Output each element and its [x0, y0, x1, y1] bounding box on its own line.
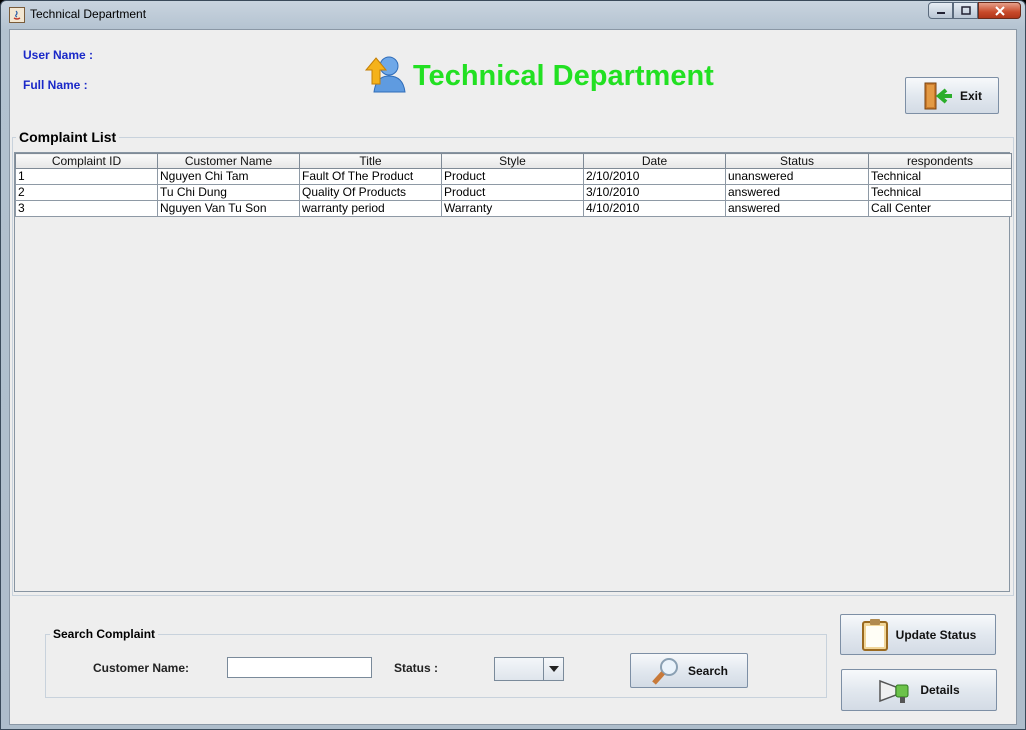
cell-style[interactable]: Product: [441, 184, 584, 201]
details-button[interactable]: Details: [841, 669, 997, 711]
complaint-list-title: Complaint List: [16, 129, 120, 145]
cell-complaint-id[interactable]: 1: [15, 168, 158, 185]
cell-status[interactable]: answered: [725, 184, 869, 201]
column-header-style[interactable]: Style: [441, 153, 584, 169]
update-status-button[interactable]: Update Status: [840, 614, 996, 655]
client-area: User Name : Full Name : Technical Depart…: [9, 29, 1017, 725]
complaint-table-scrollpane[interactable]: Complaint ID Customer Name Title Style D…: [14, 152, 1012, 592]
user-name-label: User Name :: [23, 48, 94, 62]
cell-date[interactable]: 3/10/2010: [583, 184, 726, 201]
search-button[interactable]: Search: [630, 653, 748, 688]
cell-status[interactable]: answered: [725, 200, 869, 217]
cell-customer-name[interactable]: Nguyen Van Tu Son: [157, 200, 300, 217]
cell-customer-name[interactable]: Tu Chi Dung: [157, 184, 300, 201]
window-frame: Technical Department User Name : Full Na…: [0, 0, 1026, 730]
cell-respondents[interactable]: Technical: [868, 168, 1012, 185]
customer-name-label: Customer Name:: [93, 661, 190, 675]
column-header-respondents[interactable]: respondents: [868, 153, 1012, 169]
cell-title[interactable]: Quality Of Products: [299, 184, 442, 201]
column-header-date[interactable]: Date: [583, 153, 726, 169]
title-bar[interactable]: Technical Department: [1, 1, 1025, 29]
column-header-status[interactable]: Status: [725, 153, 869, 169]
complaint-table: Complaint ID Customer Name Title Style D…: [15, 153, 1012, 217]
column-header-customer-name[interactable]: Customer Name: [157, 153, 300, 169]
minimize-icon: [936, 11, 945, 14]
chevron-down-icon[interactable]: [543, 658, 563, 680]
cell-customer-name[interactable]: Nguyen Chi Tam: [157, 168, 300, 185]
page-title: Technical Department: [413, 60, 714, 92]
table-row[interactable]: 3 Nguyen Van Tu Son warranty period Warr…: [15, 200, 1012, 217]
table-row[interactable]: 2 Tu Chi Dung Quality Of Products Produc…: [15, 184, 1012, 201]
cell-respondents[interactable]: Technical: [868, 184, 1012, 201]
minimize-button[interactable]: [928, 2, 953, 19]
cell-style[interactable]: Warranty: [441, 200, 584, 217]
close-icon: [994, 5, 1005, 16]
window-controls: [928, 2, 1021, 20]
cell-date[interactable]: 4/10/2010: [583, 200, 726, 217]
status-select[interactable]: [494, 657, 564, 681]
search-magnifier-icon: [650, 656, 682, 686]
maximize-icon: [960, 6, 971, 15]
update-status-label: Update Status: [895, 627, 977, 642]
megaphone-icon: [878, 675, 914, 705]
customer-name-input[interactable]: [227, 657, 372, 678]
details-label: Details: [920, 683, 960, 697]
table-row[interactable]: 1 Nguyen Chi Tam Fault Of The Product Pr…: [15, 168, 1012, 185]
user-upload-icon: [362, 52, 408, 98]
cell-title[interactable]: Fault Of The Product: [299, 168, 442, 185]
search-complaint-title: Search Complaint: [50, 627, 159, 641]
exit-button[interactable]: Exit: [905, 77, 999, 114]
close-button[interactable]: [978, 2, 1021, 19]
maximize-button[interactable]: [953, 2, 978, 19]
cell-title[interactable]: warranty period: [299, 200, 442, 217]
cell-complaint-id[interactable]: 2: [15, 184, 158, 201]
status-label: Status :: [394, 661, 439, 675]
java-app-icon: [9, 7, 25, 23]
cell-status[interactable]: unanswered: [725, 168, 869, 185]
window-title: Technical Department: [30, 7, 147, 21]
column-header-title[interactable]: Title: [299, 153, 442, 169]
clipboard-icon: [860, 618, 890, 652]
cell-respondents[interactable]: Call Center: [868, 200, 1012, 217]
cell-complaint-id[interactable]: 3: [15, 200, 158, 217]
cell-style[interactable]: Product: [441, 168, 584, 185]
table-header-row: Complaint ID Customer Name Title Style D…: [15, 153, 1012, 169]
exit-door-icon: [922, 81, 954, 111]
cell-date[interactable]: 2/10/2010: [583, 168, 726, 185]
full-name-label: Full Name :: [23, 78, 88, 92]
exit-label: Exit: [959, 88, 982, 103]
search-label: Search: [687, 663, 729, 678]
column-header-complaint-id[interactable]: Complaint ID: [15, 153, 158, 169]
